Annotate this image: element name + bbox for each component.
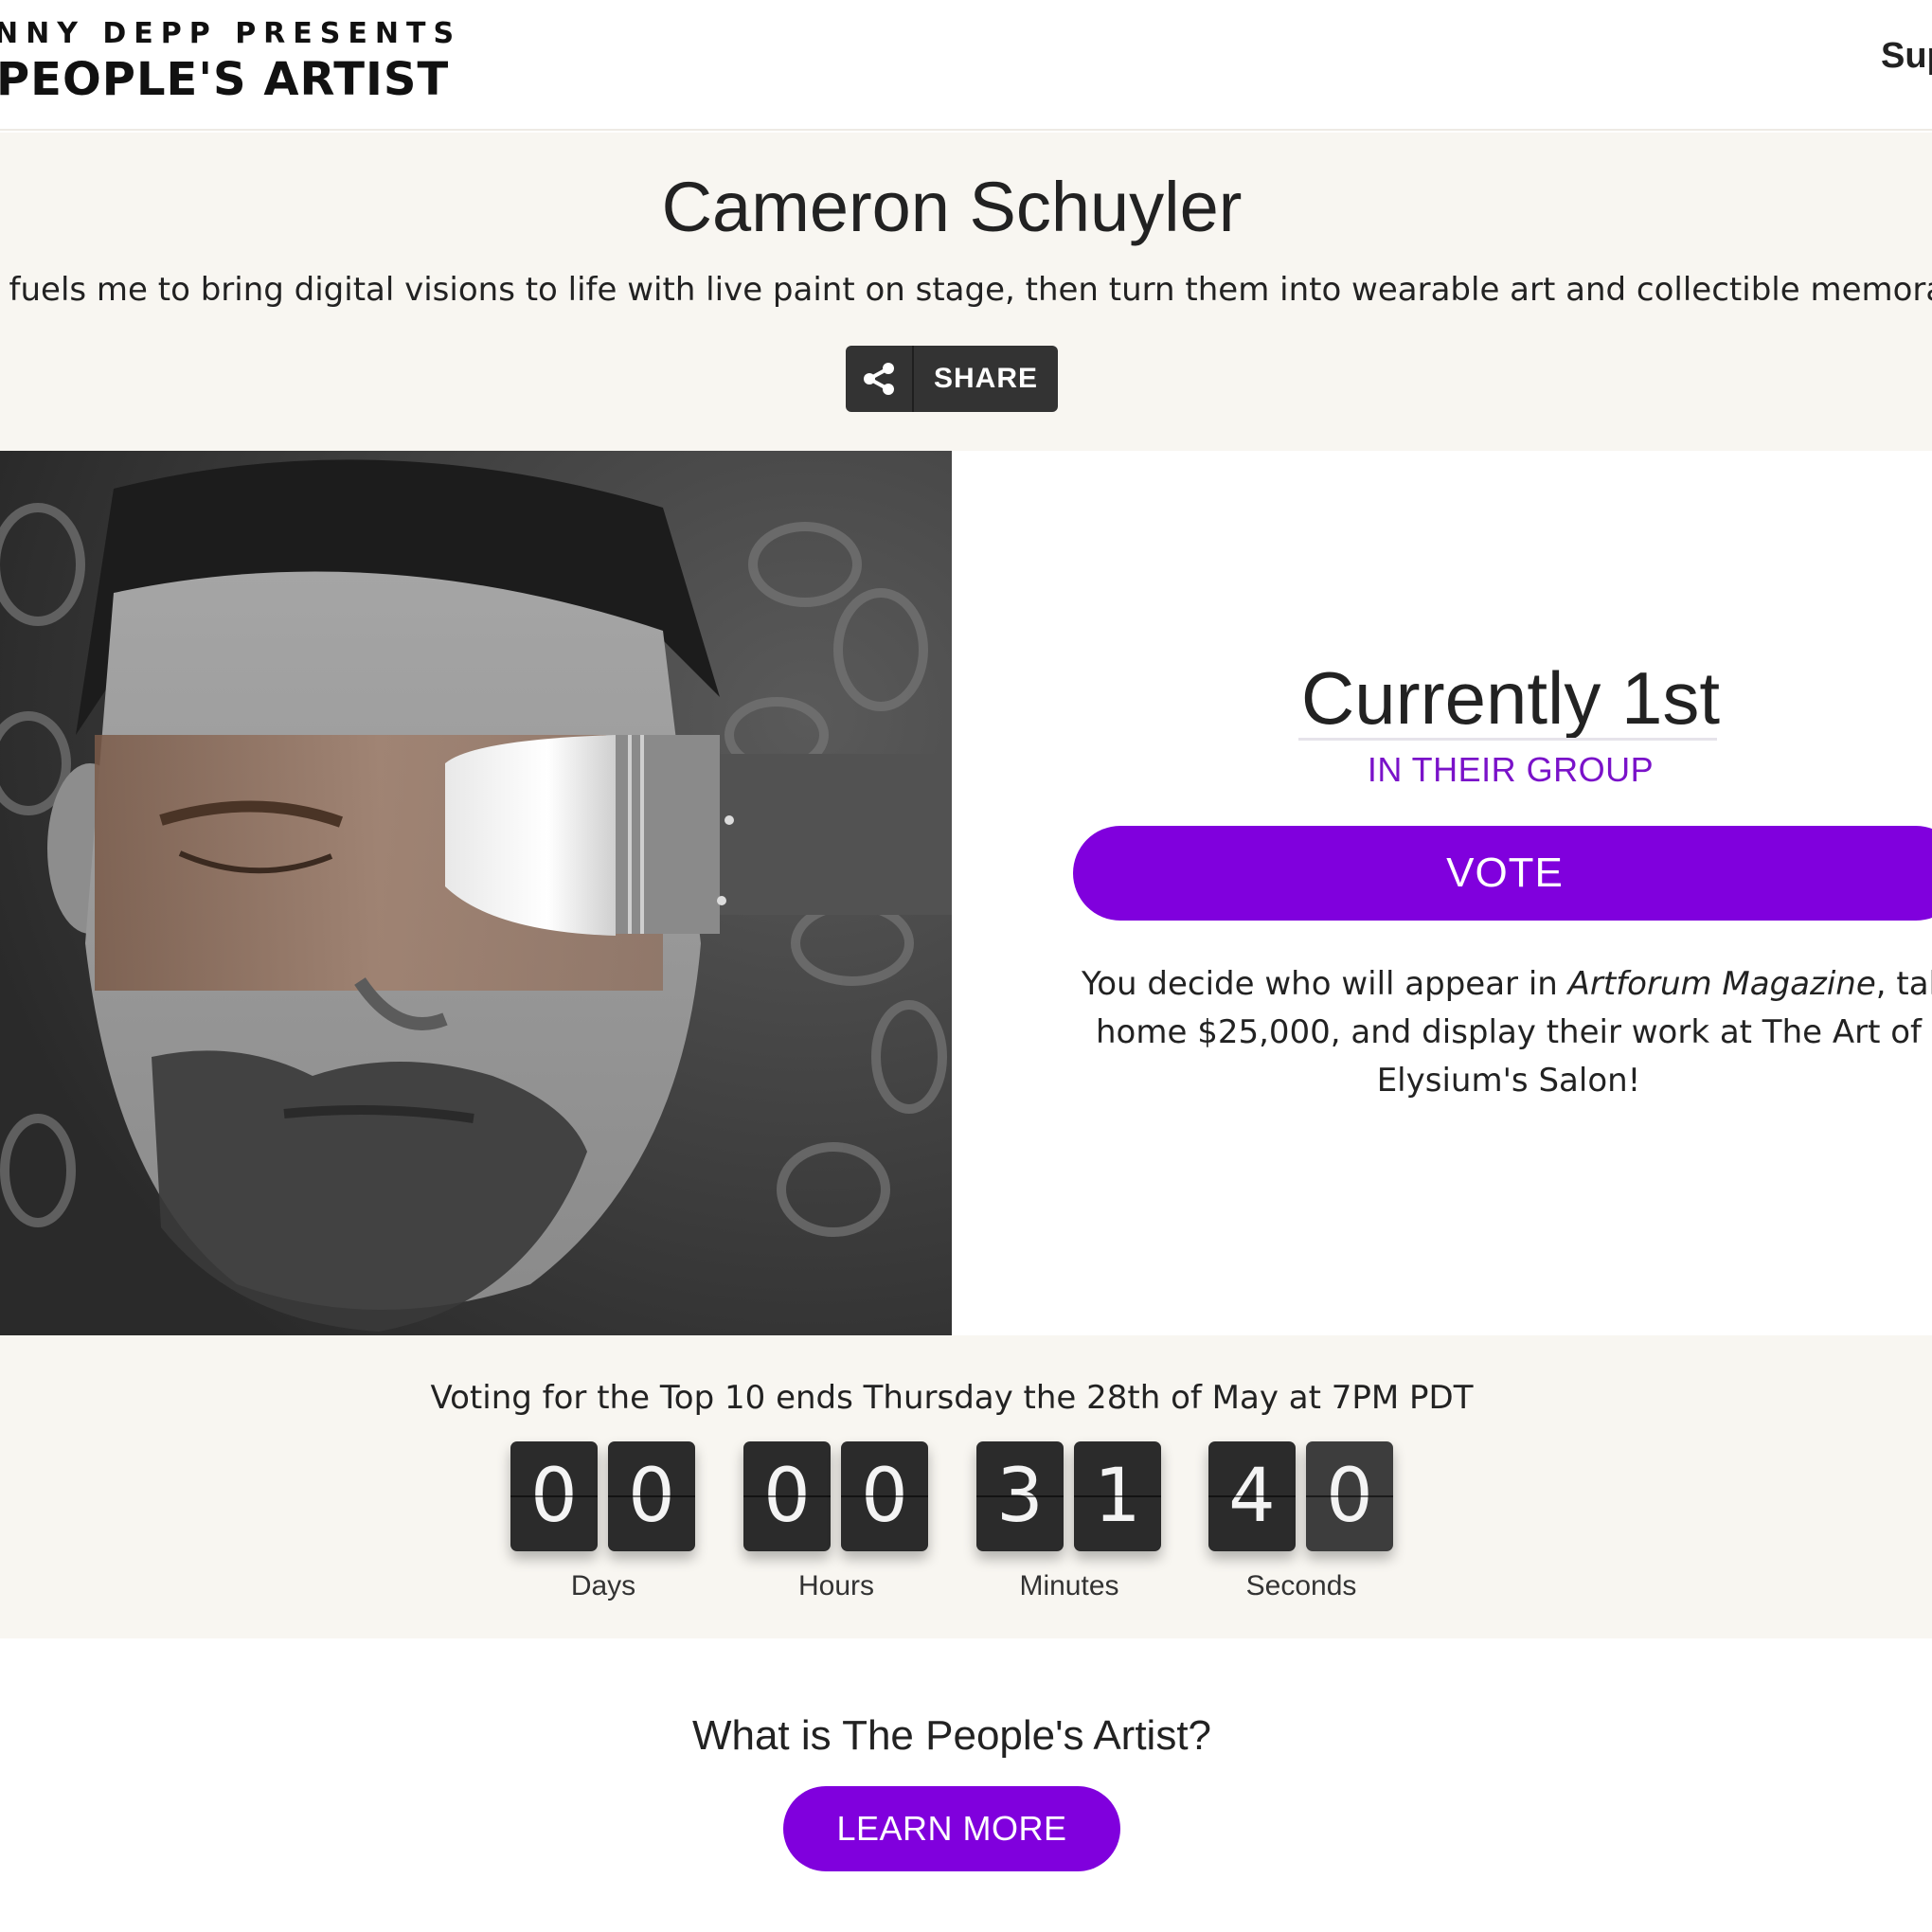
countdown-digit: 0 — [608, 1441, 695, 1551]
vote-description-line2: home $25,000, and display their work at … — [1096, 1013, 1922, 1051]
rank-subtitle: IN THEIR GROUP — [1367, 750, 1655, 789]
countdown-digit: 0 — [743, 1441, 831, 1551]
countdown-digit: 1 — [1074, 1441, 1161, 1551]
countdown-label: Minutes — [1019, 1570, 1119, 1601]
current-rank: Currently 1st — [1300, 656, 1721, 740]
countdown-section: Voting for the Top 10 ends Thursday the … — [0, 1335, 1932, 1638]
vote-description-line3: Elysium's Salon! — [1376, 1062, 1641, 1100]
vote-button[interactable]: VOTE — [1073, 826, 1932, 921]
vote-description-line1: You decide who will appear in Artforum M… — [1082, 965, 1932, 1003]
artist-name: Cameron Schuyler — [661, 168, 1243, 246]
countdown-label: Hours — [797, 1570, 875, 1601]
vote-button-label: VOTE — [1446, 850, 1564, 896]
share-icon — [846, 346, 914, 412]
countdown-seconds: 4 0 Seconds — [1208, 1441, 1394, 1612]
nav-link-support[interactable]: Sup — [1881, 36, 1932, 77]
artist-hero: Cameron Schuyler c fuels me to bring dig… — [0, 133, 1932, 451]
brand-logo-prefix: PEOPLE'S — [0, 53, 264, 106]
countdown-label: Days — [570, 1570, 636, 1601]
about-title: What is The People's Artist? — [691, 1712, 1212, 1759]
artist-bio: c fuels me to bring digital visions to l… — [0, 271, 1932, 309]
learn-more-button[interactable]: LEARN MORE — [783, 1786, 1120, 1871]
brand-presenter: NNY DEPP PRESENTS — [0, 17, 462, 50]
brand-logo[interactable]: PEOPLE'S ARTIST — [0, 53, 449, 106]
vote-description: You decide who will appear in Artforum M… — [1054, 960, 1932, 1105]
countdown-digit: 0 — [1306, 1441, 1393, 1551]
countdown-digit: 0 — [841, 1441, 928, 1551]
site-header: NNY DEPP PRESENTS PEOPLE'S ARTIST Sup — [0, 0, 1932, 131]
countdown-digit: 0 — [510, 1441, 598, 1551]
brand-logo-suffix: ARTIST — [263, 53, 450, 106]
vote-panel: Currently 1st IN THEIR GROUP VOTE You de… — [952, 451, 1932, 1335]
countdown-label: Seconds — [1245, 1570, 1357, 1601]
voting-deadline: Voting for the Top 10 ends Thursday the … — [430, 1379, 1474, 1417]
magazine-name: Artforum Magazine — [1567, 965, 1876, 1003]
rank-divider — [1298, 738, 1717, 741]
share-button[interactable]: SHARE — [846, 346, 1058, 412]
artist-photo — [0, 451, 952, 1335]
countdown-minutes: 3 1 Minutes — [976, 1441, 1162, 1612]
countdown-days: 0 0 Days — [510, 1441, 696, 1612]
countdown-hours: 0 0 Hours — [743, 1441, 929, 1612]
share-button-label: SHARE — [933, 363, 1038, 394]
countdown-digit: 3 — [976, 1441, 1064, 1551]
countdown-digit: 4 — [1208, 1441, 1296, 1551]
